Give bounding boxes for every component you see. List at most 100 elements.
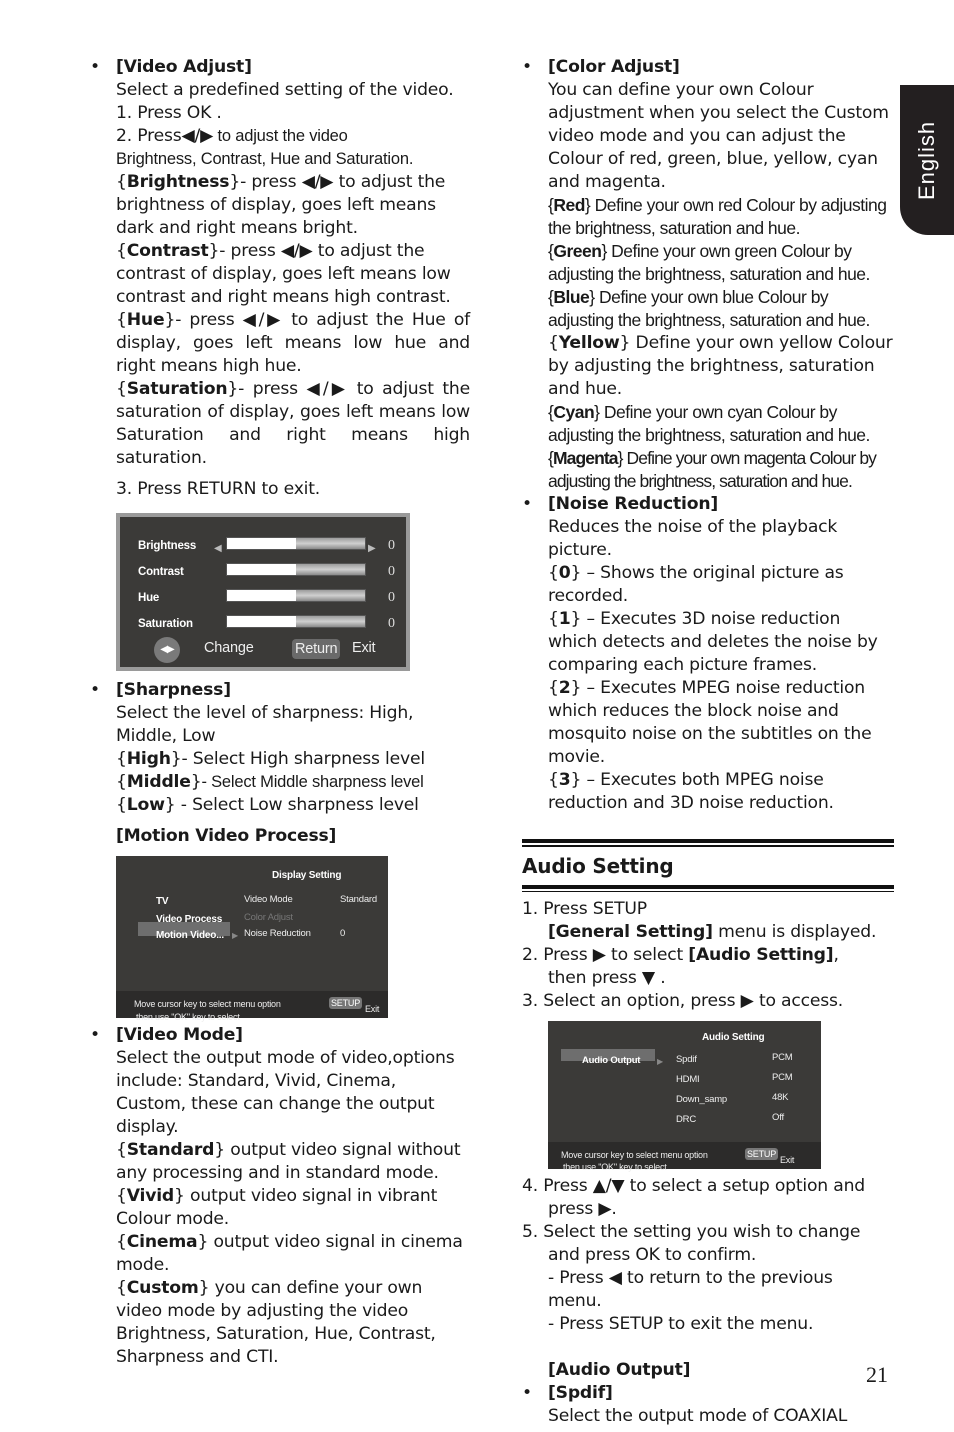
video-adjust-step2a: 2. Press◀/▶ bbox=[116, 126, 214, 146]
audio-heading-block: Audio Setting bbox=[522, 839, 894, 892]
left-column: • [Video Adjust] Select a predefined set… bbox=[90, 56, 470, 1369]
bullet: • bbox=[90, 1025, 100, 1045]
mode-custom: {Custom} you can define your own video m… bbox=[116, 1278, 436, 1367]
exit-label: Exit bbox=[352, 640, 376, 656]
video-mode-intro: Select the output mode of video,options … bbox=[116, 1048, 455, 1137]
slider-brightness[interactable] bbox=[226, 537, 366, 550]
osd-title: Audio Setting bbox=[702, 1032, 765, 1043]
exit-label: Exit bbox=[780, 1155, 795, 1165]
noise-opt-1: {1} – Executes 3D noise reduction which … bbox=[548, 609, 878, 675]
audio-steps: 1. Press SETUP [General Setting] menu is… bbox=[522, 898, 894, 1428]
motion-video-title: [Motion Video Process] bbox=[116, 826, 337, 846]
color-adjust-title: [Color Adjust] bbox=[548, 57, 680, 77]
video-adjust-section: • [Video Adjust] Select a predefined set… bbox=[90, 56, 470, 671]
slider-fill bbox=[227, 538, 296, 549]
slider-value: 0 bbox=[388, 538, 395, 553]
divider bbox=[522, 884, 894, 889]
slider-value: 0 bbox=[388, 564, 395, 579]
return-button[interactable]: Return bbox=[292, 639, 341, 659]
video-mode-title: [Video Mode] bbox=[116, 1025, 243, 1045]
audio-step3: 3. Select an option, press ▶ to access. bbox=[522, 991, 844, 1011]
noise-opt-0: {0} – Shows the original picture as reco… bbox=[548, 563, 844, 606]
hue-desc: {Hue}- press ◀/▶ to adjust the Hue of di… bbox=[116, 310, 470, 376]
change-button[interactable]: ◀▶ bbox=[154, 637, 180, 663]
audio-step5c: - Press ◀ to return to the previous bbox=[548, 1268, 833, 1288]
slider-label: Hue bbox=[138, 592, 160, 604]
color-green: {Green} Define your own green Colour by … bbox=[548, 241, 870, 284]
slider-label: Brightness bbox=[138, 540, 197, 552]
audio-step1b: [General Setting] menu is displayed. bbox=[548, 922, 877, 942]
exit-label: Exit bbox=[365, 1004, 380, 1014]
color-blue: {Blue} Define your own blue Colour by ad… bbox=[548, 287, 870, 330]
saturation-desc: {Saturation}- press ◀/▶ to adjust the sa… bbox=[116, 379, 470, 468]
audio-step2: 2. Press ▶ to select [Audio Setting], bbox=[522, 945, 839, 965]
osd-title: Display Setting bbox=[272, 870, 342, 881]
video-adjust-osd: ◀ ▶ Brightness 0 Contrast 0 Hue 0 Saturation 0 … bbox=[116, 513, 410, 671]
color-cyan: {Cyan} Define your own cyan Colour by ad… bbox=[548, 402, 870, 445]
footer-hint-2: then use "OK" key to select bbox=[563, 1162, 667, 1172]
option-noise-reduction[interactable]: Noise Reduction bbox=[244, 922, 311, 945]
slider-contrast[interactable] bbox=[226, 563, 366, 576]
slider-saturation[interactable] bbox=[226, 615, 366, 628]
display-setting-osd: Display Setting TV Video Process Motion … bbox=[116, 856, 388, 1022]
divider bbox=[522, 845, 894, 847]
setup-key-tag: SETUP bbox=[329, 997, 363, 1009]
bullet: • bbox=[90, 680, 100, 700]
contrast-desc: {Contrast}- press ◀/▶ to adjust the cont… bbox=[116, 241, 451, 307]
noise-reduction-title: [Noise Reduction] bbox=[548, 494, 719, 514]
bullet: • bbox=[522, 494, 532, 514]
audio-step5d: menu. bbox=[548, 1291, 602, 1311]
video-adjust-step2b: to adjust the video bbox=[213, 127, 348, 145]
noise-reduction-intro: Reduces the noise of the playback pictur… bbox=[548, 517, 838, 560]
spdif-text: Select the output mode of COAXIAL bbox=[548, 1406, 848, 1426]
noise-reduction-section: • [Noise Reduction] Reduces the noise of… bbox=[522, 493, 894, 815]
audio-step5b: and press OK to confirm. bbox=[548, 1245, 757, 1265]
color-red: {Red} Define your own red Colour by adju… bbox=[548, 195, 887, 238]
video-adjust-step2c: Brightness, Contrast, Hue and Saturation… bbox=[116, 150, 414, 168]
right-arrow-icon: ▶ bbox=[368, 543, 376, 554]
video-mode-section: • [Video Mode] Select the output mode of… bbox=[90, 1024, 470, 1369]
menu-item-audio-output[interactable]: Audio Output bbox=[582, 1049, 640, 1072]
right-column: • [Color Adjust] You can define your own… bbox=[522, 56, 894, 1428]
audio-setting-osd: Audio Setting Audio Output ▶ Spdif PCM HDM… bbox=[548, 1021, 821, 1172]
slider-label: Saturation bbox=[138, 618, 193, 630]
noise-opt-2: {2} – Executes MPEG noise reduction whic… bbox=[548, 678, 872, 767]
change-label: Change bbox=[204, 640, 254, 656]
option-drc[interactable]: DRC bbox=[676, 1108, 696, 1131]
video-adjust-intro: Select a predefined setting of the video… bbox=[116, 80, 454, 100]
color-adjust-section: • [Color Adjust] You can define your own… bbox=[522, 56, 894, 493]
option-noise-reduction-value: 0 bbox=[340, 928, 346, 939]
brightness-desc: {Brightness}- press ◀/▶ to adjust the br… bbox=[116, 172, 446, 238]
language-tab-label: English bbox=[914, 120, 939, 200]
mode-vivid: {Vivid} output video signal in vibrant C… bbox=[116, 1186, 438, 1229]
bullet: • bbox=[522, 1383, 532, 1403]
divider bbox=[522, 890, 894, 892]
spdif-title: [Spdif] bbox=[548, 1383, 613, 1403]
submenu-arrow-icon: ▶ bbox=[232, 931, 238, 940]
slider-fill bbox=[227, 590, 296, 601]
slider-value: 0 bbox=[388, 616, 395, 631]
option-value: Off bbox=[772, 1112, 784, 1123]
sharpness-high: {High}- Select High sharpness level bbox=[116, 749, 425, 769]
video-adjust-title: [Video Adjust] bbox=[116, 57, 252, 77]
page-number: 21 bbox=[866, 1362, 888, 1387]
color-yellow: {Yellow} Define your own yellow Colour b… bbox=[548, 333, 893, 399]
option-video-mode-value: Standard bbox=[340, 894, 377, 905]
sharpness-middle: {Middle}- Select Middle sharpness level bbox=[116, 772, 424, 792]
slider-fill bbox=[227, 564, 296, 575]
slider-hue[interactable] bbox=[226, 589, 366, 602]
bullet: • bbox=[90, 57, 100, 77]
audio-output-title: [Audio Output] bbox=[548, 1360, 691, 1380]
menu-item-motion-video[interactable]: Motion Video... bbox=[156, 924, 224, 947]
audio-step4b: press ▶. bbox=[548, 1199, 617, 1219]
mode-cinema: {Cinema} output video signal in cinema m… bbox=[116, 1232, 463, 1275]
left-arrow-icon: ◀ bbox=[214, 543, 222, 554]
audio-setting-heading: Audio Setting bbox=[522, 853, 674, 878]
color-magenta: {Magenta} Define your own magenta Colour… bbox=[548, 448, 877, 491]
slider-value: 0 bbox=[388, 590, 395, 605]
spdif-section: • [Spdif] Select the output mode of COAX… bbox=[522, 1382, 894, 1428]
osd-footer: Move cursor key to select menu option th… bbox=[116, 991, 388, 1022]
language-tab: English bbox=[900, 85, 954, 235]
audio-step5e: - Press SETUP to exit the menu. bbox=[548, 1314, 814, 1334]
mode-standard: {Standard} output video signal without a… bbox=[116, 1140, 461, 1183]
